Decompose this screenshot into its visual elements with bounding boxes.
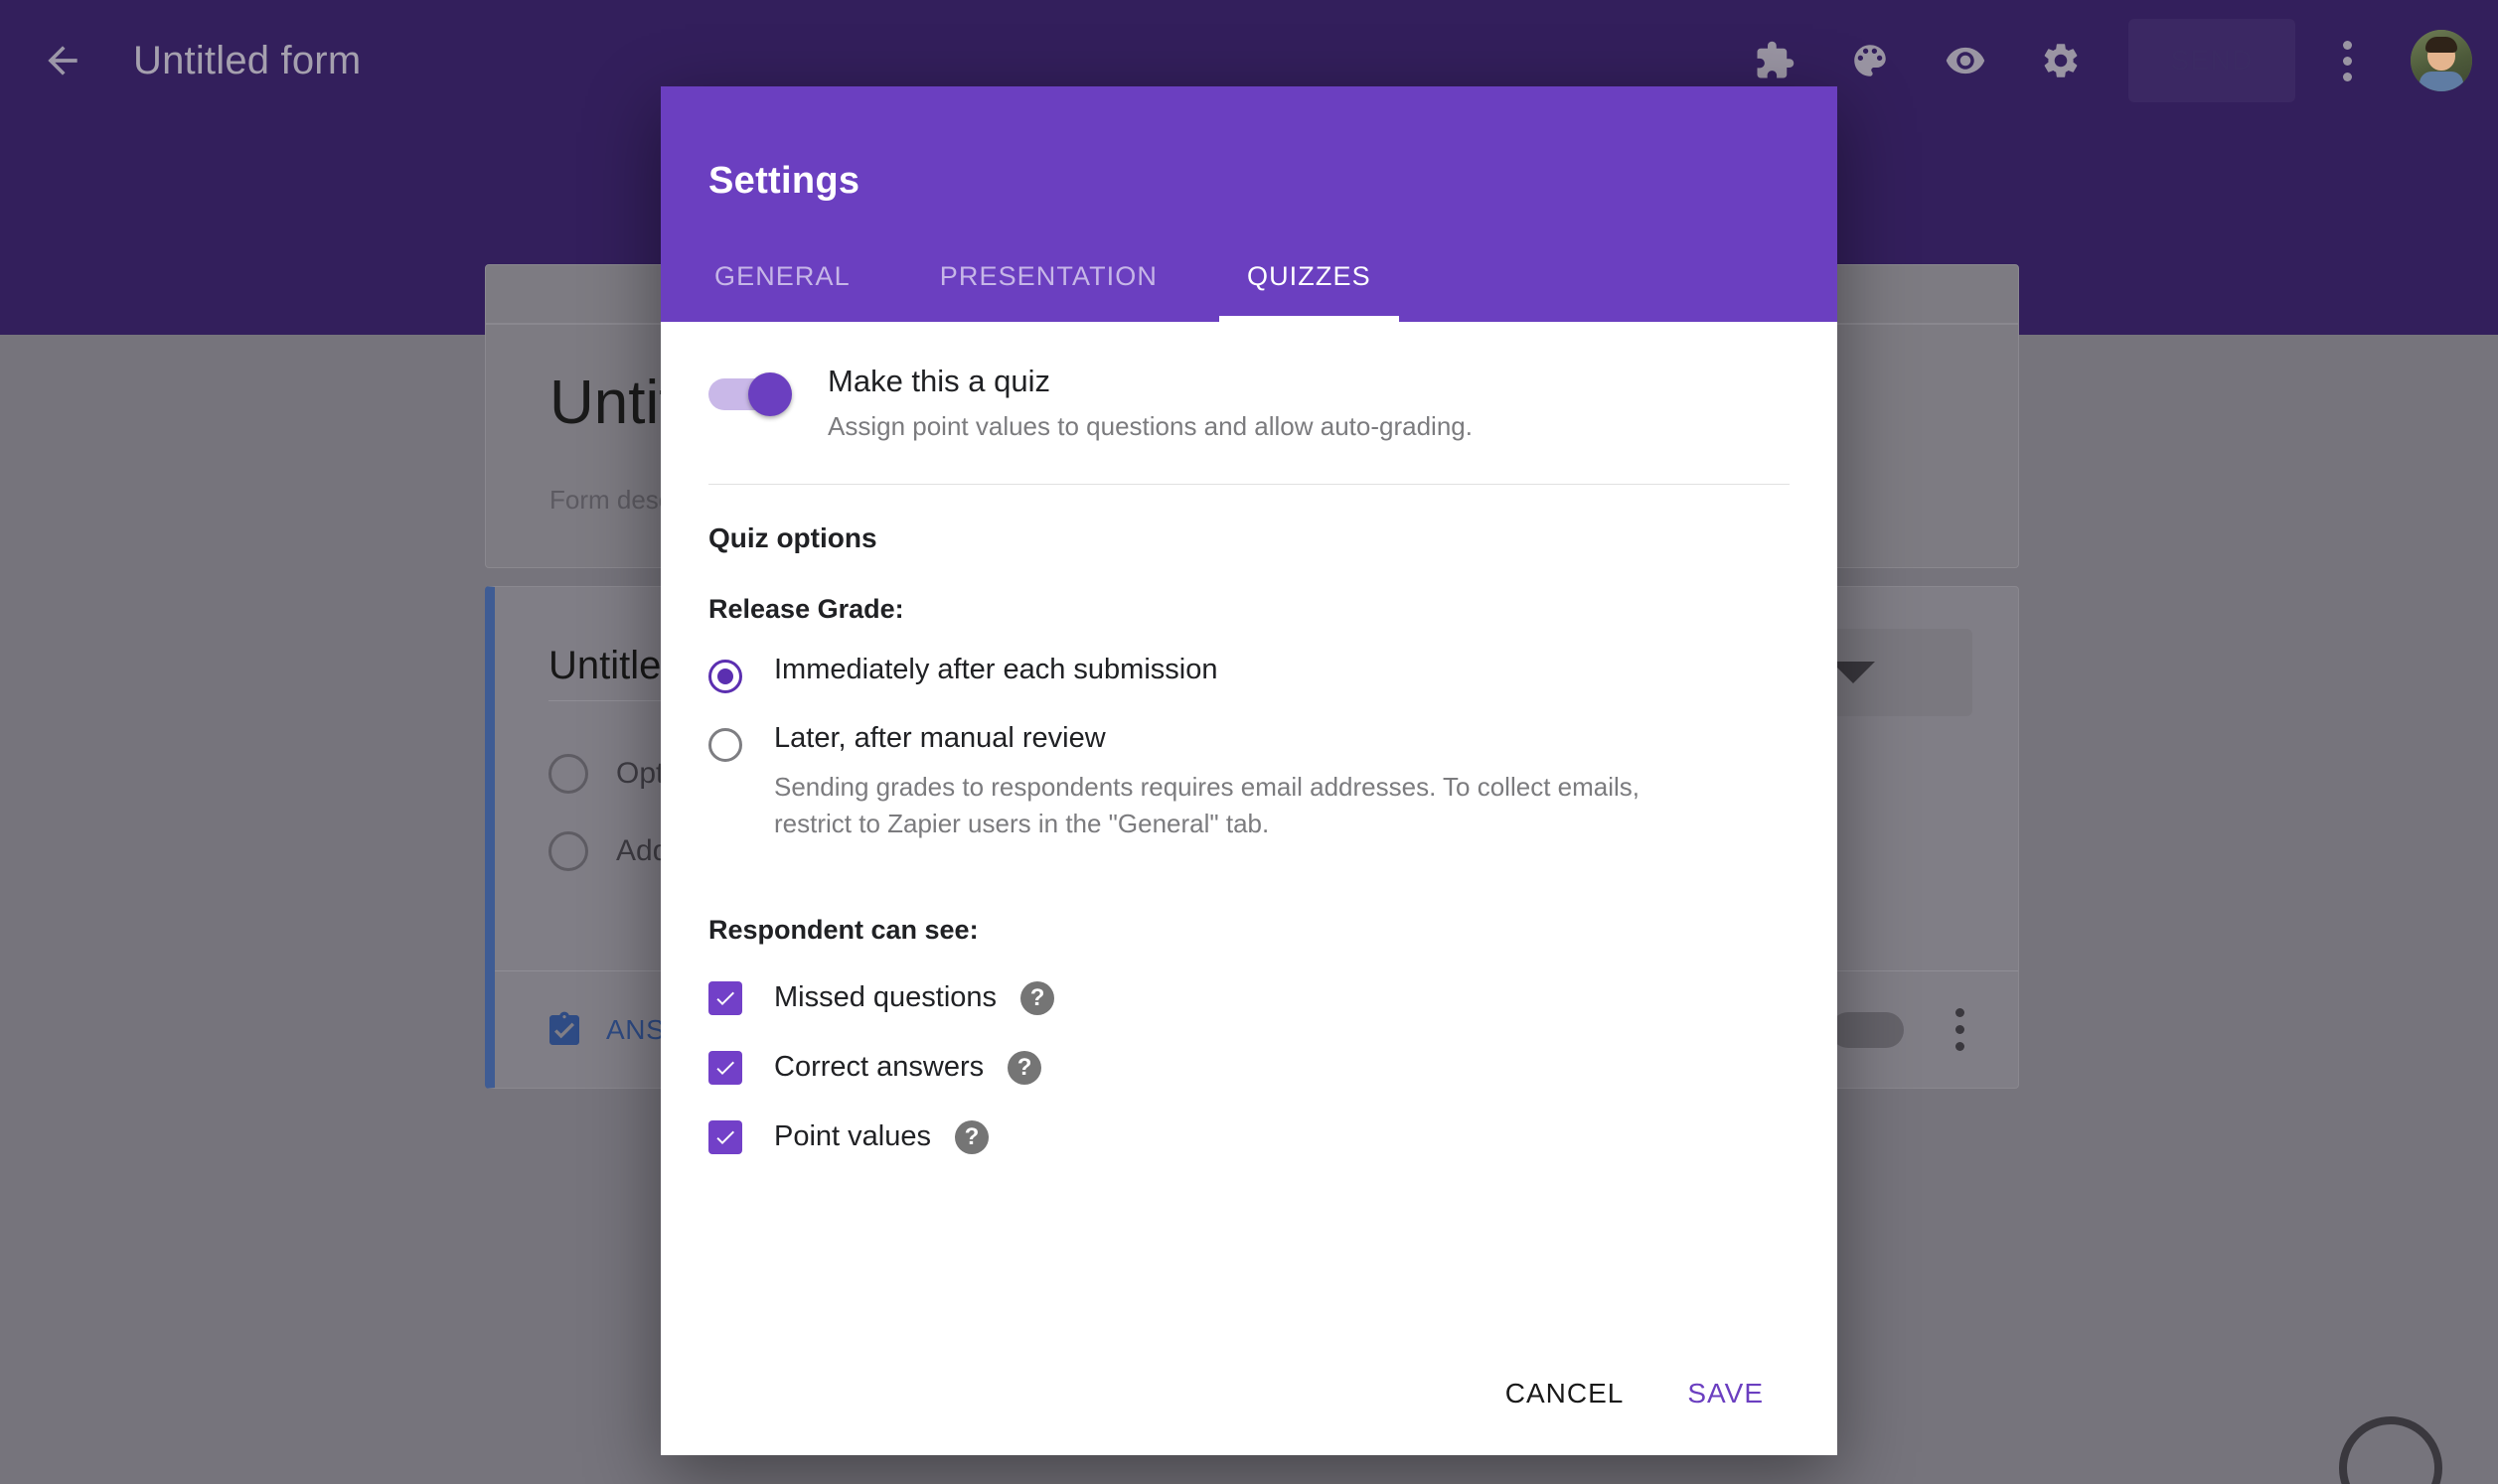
settings-dialog: Settings GENERAL PRESENTATION QUIZZES Ma… xyxy=(661,86,1837,1455)
checkbox-correct-answers-label: Correct answers xyxy=(774,1051,985,1084)
back-arrow-glyph xyxy=(48,46,78,75)
toggle-thumb xyxy=(748,372,792,416)
chevron-down-icon xyxy=(1831,662,1875,684)
question-footer-actions xyxy=(1830,1000,1978,1059)
eye-glyph xyxy=(1946,47,1985,74)
form-title-appbar[interactable]: Untitled form xyxy=(133,39,361,83)
help-icon-correct-answers[interactable]: ? xyxy=(1008,1050,1042,1085)
release-grade-option-later[interactable]: Later, after manual review Sending grade… xyxy=(708,721,1790,843)
back-arrow-icon[interactable] xyxy=(28,26,97,95)
checkmark-glyph xyxy=(716,1130,734,1144)
gear-icon[interactable] xyxy=(2013,13,2108,108)
release-grade-option-immediate[interactable]: Immediately after each submission xyxy=(708,653,1790,693)
checkbox-missed-questions-label: Missed questions xyxy=(774,981,998,1014)
kebab-dot xyxy=(1955,1042,1964,1052)
checkmark-glyph xyxy=(716,991,734,1005)
clipboard-check-icon xyxy=(549,1011,579,1045)
make-quiz-row: Make this a quiz Assign point values to … xyxy=(708,364,1790,442)
tab-quizzes[interactable]: QUIZZES xyxy=(1219,230,1399,322)
divider xyxy=(708,483,1790,485)
help-icon-missed-questions[interactable]: ? xyxy=(1020,980,1055,1015)
make-quiz-toggle[interactable] xyxy=(708,372,792,416)
radio-later-texts: Later, after manual review Sending grade… xyxy=(774,721,1708,843)
respondent-option-point-values[interactable]: Point values ? xyxy=(708,1119,1790,1154)
palette-glyph xyxy=(1854,45,1886,76)
send-button[interactable]: SEND xyxy=(2128,19,2295,102)
option-radio-icon[interactable] xyxy=(548,754,588,795)
help-icon-point-values[interactable]: ? xyxy=(955,1119,989,1154)
make-quiz-texts: Make this a quiz Assign point values to … xyxy=(828,364,1473,442)
dialog-tabs: GENERAL PRESENTATION QUIZZES xyxy=(708,230,1399,322)
dialog-title: Settings xyxy=(708,160,860,202)
kebab-dot xyxy=(1955,1025,1964,1035)
more-options-icon[interactable] xyxy=(2309,13,2385,108)
respondent-can-see-heading: Respondent can see: xyxy=(708,914,979,945)
radio-immediate-label: Immediately after each submission xyxy=(774,653,1218,685)
google-forms-editor: Untitled form SEND Untitled Form descrip… xyxy=(0,0,2498,1484)
respondent-option-correct-answers[interactable]: Correct answers ? xyxy=(708,1050,1790,1085)
cancel-button[interactable]: CANCEL xyxy=(1480,1360,1650,1427)
puzzle-piece-glyph xyxy=(1757,41,1795,78)
kebab-dot xyxy=(2342,40,2352,50)
radio-later-icon[interactable] xyxy=(708,727,742,762)
required-toggle[interactable] xyxy=(1830,1011,1904,1048)
kebab-dot xyxy=(2342,56,2352,66)
add-option-radio-icon xyxy=(548,831,588,872)
kebab-dot xyxy=(2342,72,2352,81)
radio-immediate-texts: Immediately after each submission xyxy=(774,653,1218,686)
respondent-option-missed-questions[interactable]: Missed questions ? xyxy=(708,980,1790,1015)
kebab-dot xyxy=(1955,1008,1964,1018)
tab-general[interactable]: GENERAL xyxy=(708,230,857,322)
checkbox-point-values-icon[interactable] xyxy=(708,1119,742,1154)
radio-later-description: Sending grades to respondents requires e… xyxy=(774,771,1639,839)
checkmark-glyph xyxy=(716,1061,734,1075)
save-button[interactable]: SAVE xyxy=(1661,1360,1790,1427)
avatar[interactable] xyxy=(2411,30,2472,91)
make-quiz-description: Assign point values to questions and all… xyxy=(828,410,1473,441)
gear-glyph xyxy=(2044,44,2078,77)
help-fab[interactable] xyxy=(2339,1416,2442,1484)
make-quiz-label: Make this a quiz xyxy=(828,364,1050,398)
tab-presentation[interactable]: PRESENTATION xyxy=(934,230,1164,322)
dialog-header: Settings GENERAL PRESENTATION QUIZZES xyxy=(661,86,1837,322)
dialog-footer: CANCEL SAVE xyxy=(661,1332,1837,1455)
checkbox-point-values-label: Point values xyxy=(774,1120,931,1153)
checkbox-correct-answers-icon[interactable] xyxy=(708,1050,742,1085)
checkbox-missed-questions-icon[interactable] xyxy=(708,980,742,1015)
question-more-options-icon[interactable] xyxy=(1942,1000,1978,1059)
dialog-body: Make this a quiz Assign point values to … xyxy=(661,322,1837,1332)
radio-later-label: Later, after manual review xyxy=(774,721,1106,754)
avatar-hair xyxy=(2425,37,2457,53)
preview-eye-icon[interactable] xyxy=(1918,13,2013,108)
avatar-body xyxy=(2420,72,2463,91)
app-bar-actions: SEND xyxy=(1727,13,2498,108)
quiz-options-heading: Quiz options xyxy=(708,521,877,553)
radio-immediate-icon[interactable] xyxy=(708,659,742,693)
release-grade-heading: Release Grade: xyxy=(708,593,904,624)
